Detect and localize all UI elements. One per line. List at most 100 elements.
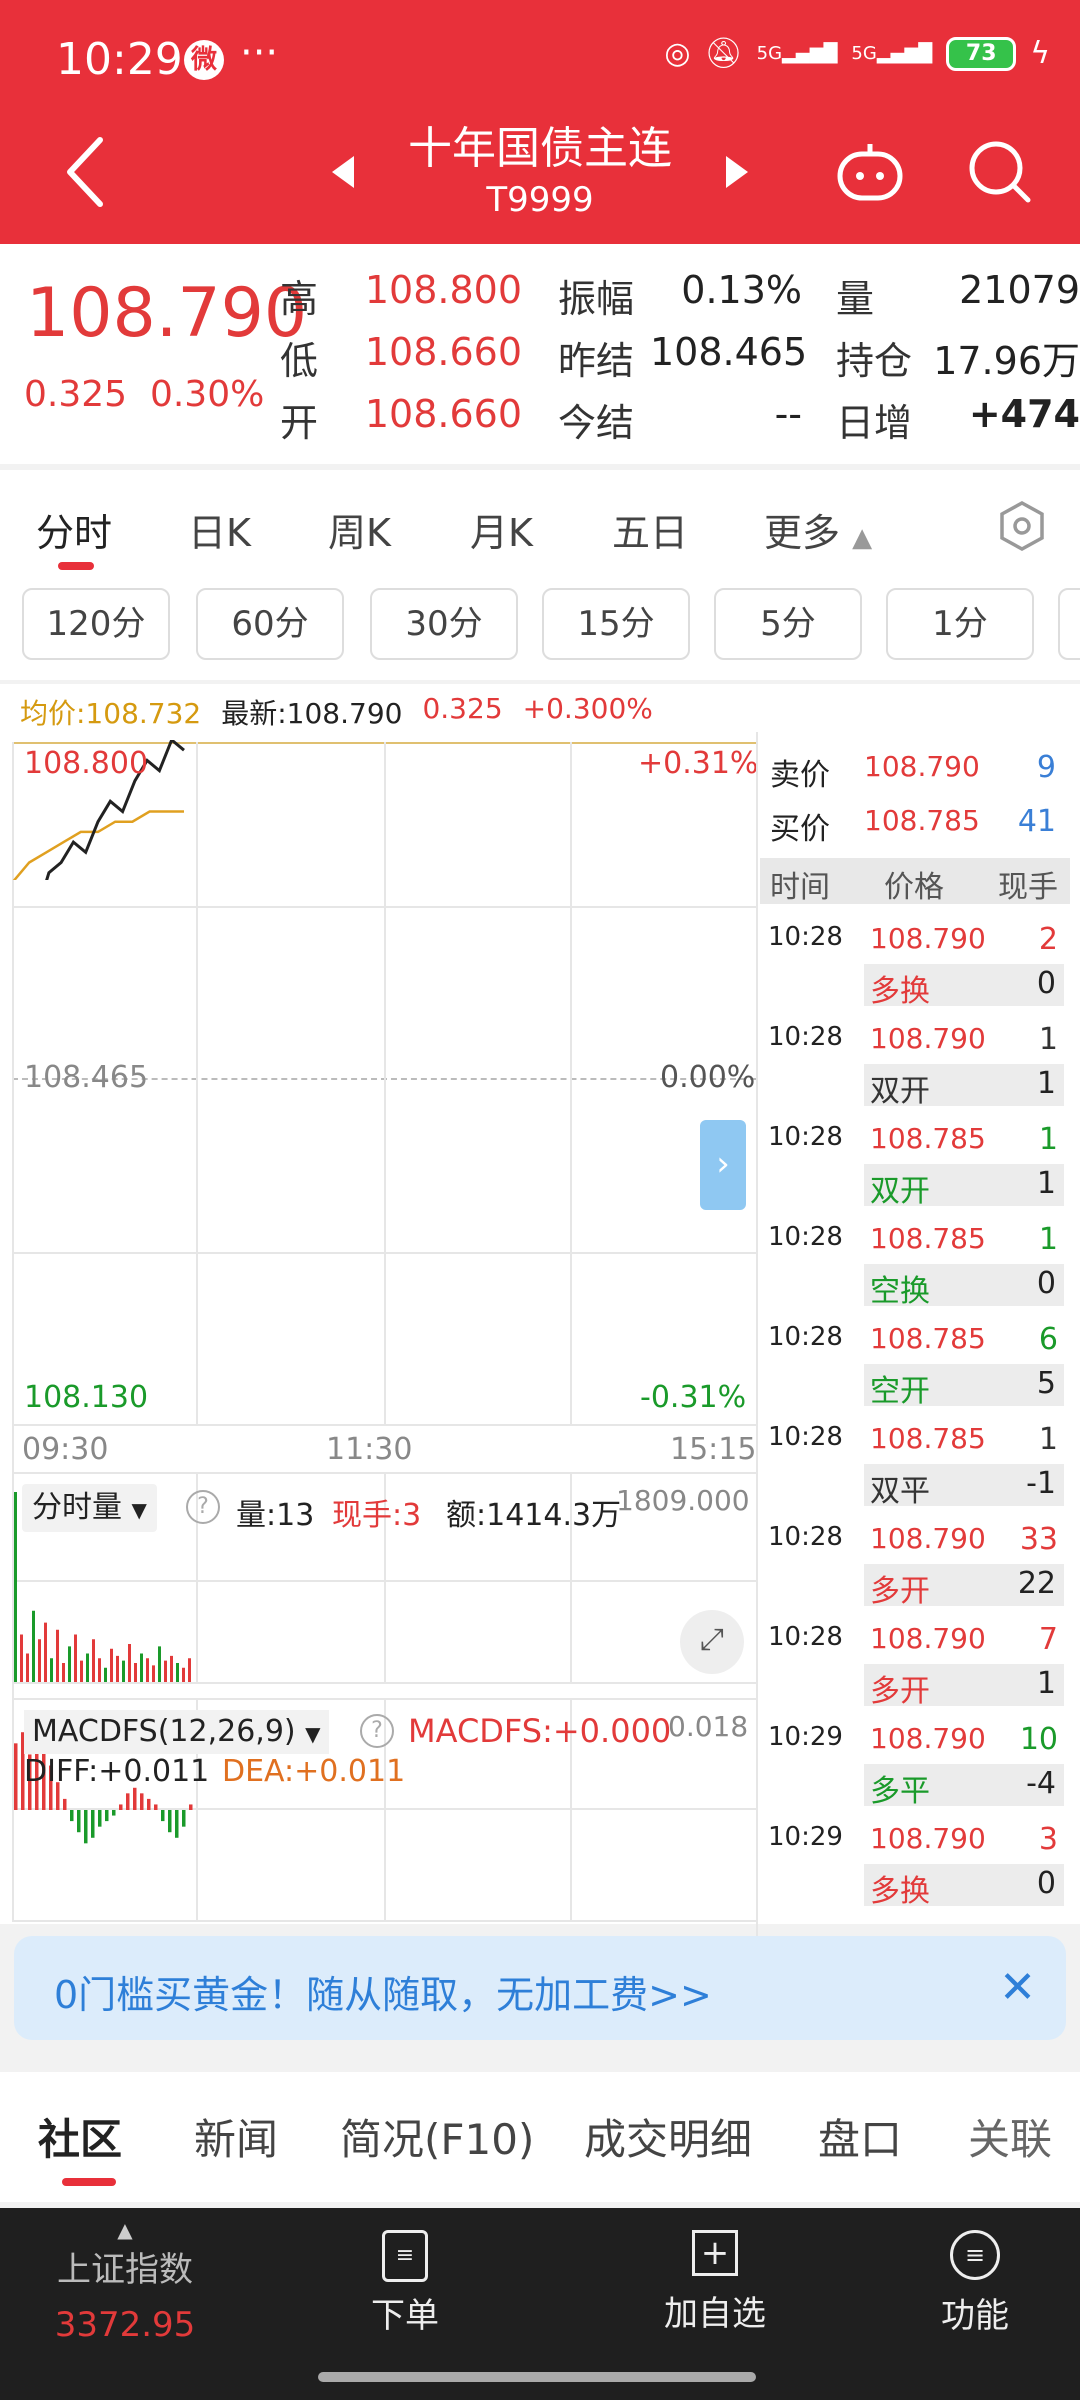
volume-bar [110, 1648, 113, 1682]
trade-row: 10:28 108.785 1 双开 1 [760, 1112, 1070, 1209]
quote-label: 低 [280, 339, 319, 383]
help-icon[interactable]: ? [186, 1490, 220, 1524]
macd-bar [105, 1810, 109, 1822]
macd-bottom [12, 1920, 756, 1922]
trade-type: 多换 [870, 974, 930, 1009]
dropdown-icon: ▼ [131, 1498, 147, 1522]
contract-code: T9999 [486, 180, 594, 220]
quote-value: 108.660 [364, 330, 522, 374]
tab-weekly-k[interactable]: 周K [328, 502, 391, 557]
index-name: 上证指数 [57, 2250, 193, 2290]
gold-ad-banner[interactable]: 0门槛买黄金！随从随取，无加工费>> ✕ [14, 1936, 1066, 2040]
volume-bar [50, 1658, 53, 1682]
pct-mid-label: 0.00% [660, 1060, 756, 1095]
quote-label: 量 [836, 277, 875, 321]
trade-oi: 22 [1017, 1566, 1056, 1601]
nav-functions[interactable]: ≡ 功能 [900, 2230, 1050, 2337]
volume-bar [74, 1634, 77, 1682]
trade-time: 10:28 [768, 1122, 843, 1152]
macd-bar [154, 1804, 158, 1810]
trade-row: 10:28 108.790 1 双开 1 [760, 1012, 1070, 1109]
menu-icon: ≡ [950, 2230, 1000, 2280]
chip-15min[interactable]: 15分 [542, 588, 690, 660]
trade-hand: 33 [1019, 1522, 1058, 1557]
tab-community[interactable]: 社区 [38, 2106, 122, 2167]
content-tab-indicator [62, 2178, 116, 2186]
volume-bar [62, 1663, 65, 1682]
settings-icon[interactable] [998, 500, 1046, 552]
expand-panel-button[interactable]: › [700, 1120, 746, 1210]
dea-value: DEA:+0.011 [222, 1754, 406, 1789]
help-icon[interactable]: ? [360, 1714, 394, 1748]
trade-hand: 1 [1038, 1222, 1058, 1257]
next-contract-icon[interactable] [726, 156, 748, 188]
macd-bar [140, 1793, 144, 1810]
quote-value: 108.800 [364, 268, 522, 312]
header-bar: 10:29 微 ··· ◎ 🔕︎ 5G▂▄▆█ 5G▂▄▆█ 73 ϟ 十年国债… [0, 0, 1080, 244]
period-tabs: 分时 日K 周K 月K 五日 更多 ▲ 120分 60分 30分 15分 5分 … [0, 470, 1080, 680]
trade-hand: 1 [1038, 1022, 1058, 1057]
tab-intraday[interactable]: 分时 [36, 502, 112, 557]
trade-time: 10:28 [768, 1622, 843, 1652]
functions-label: 功能 [941, 2296, 1009, 2336]
battery-icon: 73 [946, 36, 1017, 71]
trade-type: 多开 [870, 1574, 930, 1609]
tab-related[interactable]: 关联 [968, 2106, 1052, 2167]
macd-selector[interactable]: MACDFS(12,26,9) ▼ [24, 1710, 329, 1754]
back-icon[interactable] [60, 132, 110, 212]
trade-price: 108.785 [870, 1322, 986, 1355]
trade-oi: -1 [1026, 1466, 1056, 1501]
nav-order[interactable]: ≡ 下单 [330, 2230, 480, 2337]
trade-type: 多平 [870, 1774, 930, 1809]
tab-more[interactable]: 更多 ▲ [764, 502, 872, 557]
trade-type-row: 多换 0 [864, 1864, 1064, 1909]
volume-bar [182, 1667, 185, 1682]
volume-bar [176, 1663, 179, 1682]
trade-price: 108.790 [870, 1622, 986, 1655]
nav-add-watchlist[interactable]: + 加自选 [640, 2230, 790, 2335]
tab-trade-details[interactable]: 成交明细 [584, 2106, 752, 2167]
quote-panel: 108.790 0.325 0.30% 高 108.800 振幅 0.13% 量… [0, 244, 1080, 464]
volume-bar [188, 1658, 191, 1682]
chip-120min[interactable]: 120分 [22, 588, 170, 660]
macd-bar [98, 1810, 102, 1827]
quote-label: 昨结 [558, 339, 635, 383]
volume-selector[interactable]: 分时量 ▼ [22, 1484, 157, 1532]
chip-30min[interactable]: 30分 [370, 588, 518, 660]
trade-oi: 0 [1036, 966, 1056, 1001]
volume-bar [98, 1658, 101, 1682]
tab-active-indicator [58, 562, 94, 570]
dropdown-icon: ▼ [305, 1722, 321, 1746]
ad-text[interactable]: 0门槛买黄金！随从随取，无加工费>> [54, 1964, 712, 2019]
trade-time: 10:28 [768, 922, 843, 952]
quote-label: 持仓 [836, 339, 913, 383]
tab-order-book[interactable]: 盘口 [818, 2106, 902, 2167]
trade-row: 10:28 108.790 2 多换 0 [760, 912, 1070, 1009]
macd-bar [63, 1798, 67, 1810]
chip-partial[interactable] [1058, 588, 1080, 660]
robot-assistant-icon[interactable] [834, 140, 906, 204]
tab-daily-k[interactable]: 日K [188, 502, 251, 557]
vol-amount: 量:13 [236, 1498, 315, 1533]
trade-price: 108.785 [870, 1122, 986, 1155]
tab-monthly-k[interactable]: 月K [470, 502, 533, 557]
chip-1min[interactable]: 1分 [886, 588, 1034, 660]
chip-60min[interactable]: 60分 [196, 588, 344, 660]
trade-oi: -4 [1026, 1766, 1056, 1801]
prev-contract-icon[interactable] [332, 156, 354, 188]
nav-index-ticker[interactable]: ▲ 上证指数 3372.95 [40, 2218, 210, 2345]
ask-label: 卖价 [770, 758, 830, 793]
tab-profile-f10[interactable]: 简况(F10) [340, 2106, 534, 2167]
home-indicator[interactable] [318, 2372, 756, 2382]
trade-price: 108.790 [870, 1022, 986, 1055]
vol-bottom [12, 1682, 756, 1684]
search-icon[interactable] [966, 138, 1032, 204]
volume-bar [146, 1658, 149, 1682]
close-icon[interactable]: ✕ [999, 1962, 1036, 2013]
fullscreen-icon[interactable]: ⤢ [680, 1610, 744, 1674]
price-change: 0.325 0.30% [24, 374, 265, 415]
tab-five-day[interactable]: 五日 [612, 502, 688, 557]
tab-news[interactable]: 新闻 [194, 2106, 278, 2167]
chip-5min[interactable]: 5分 [714, 588, 862, 660]
volume-bar [26, 1653, 29, 1682]
